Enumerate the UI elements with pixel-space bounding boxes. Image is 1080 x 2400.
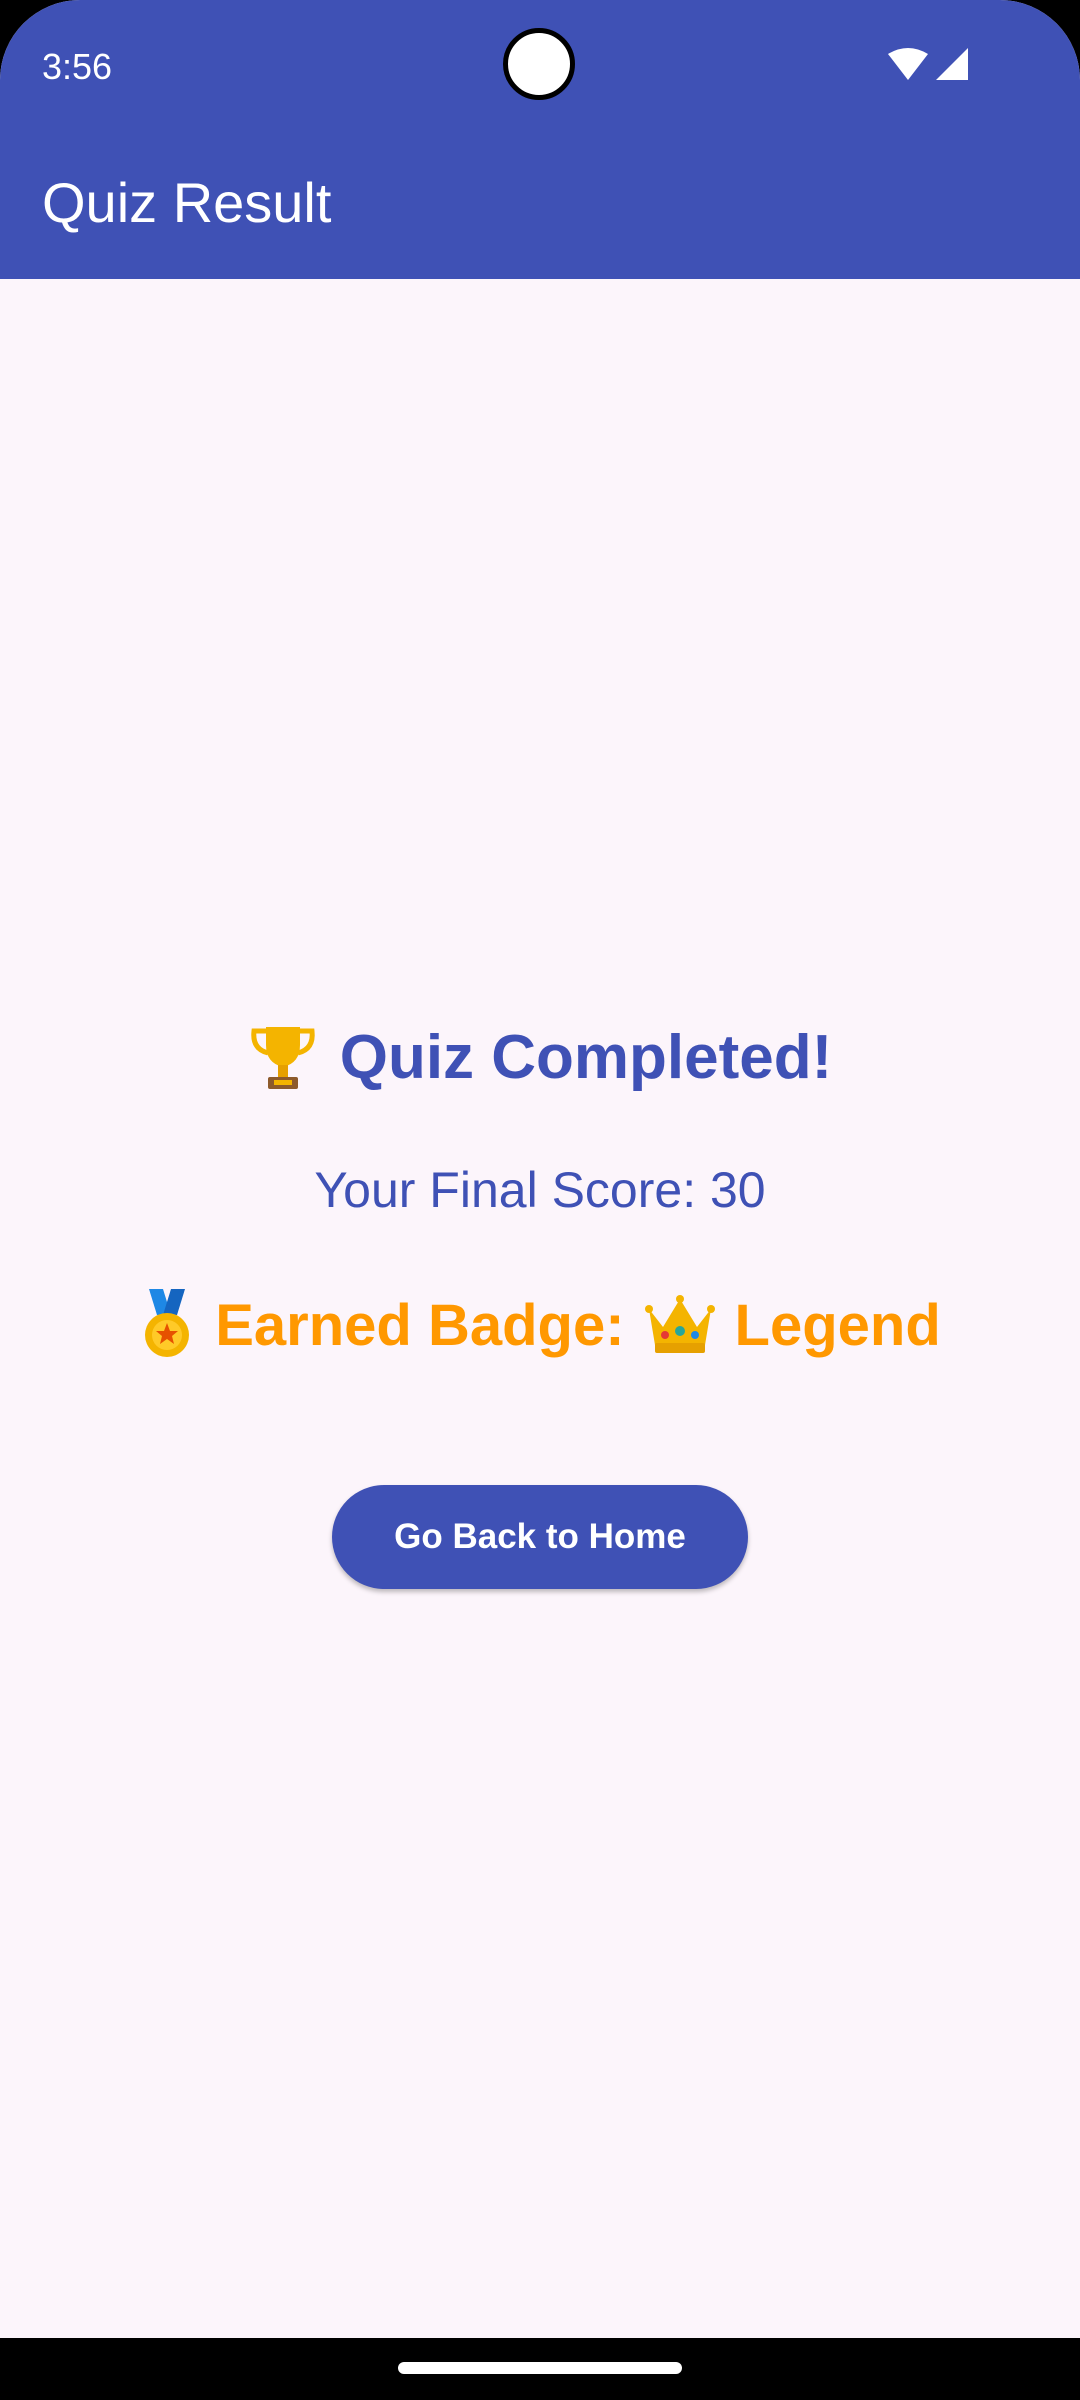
go-back-home-button[interactable]: Go Back to Home (332, 1485, 748, 1589)
navigation-bar (0, 2338, 1080, 2400)
badge-row: Earned Badge: Legend (0, 1289, 1080, 1361)
status-icons (888, 48, 968, 80)
app-bar-title: Quiz Result (42, 171, 332, 234)
camera-cutout (503, 28, 575, 100)
home-indicator[interactable] (398, 2362, 682, 2374)
trophy-icon (251, 1027, 315, 1089)
earned-badge-label: Earned Badge: (215, 1292, 625, 1358)
quiz-completed-heading: Quiz Completed! (339, 1022, 833, 1092)
result-content: Quiz Completed! Your Final Score: 30 Ear… (0, 279, 1080, 2338)
medal-icon (145, 1289, 190, 1357)
screen: 3:56 Quiz Result Quiz Completed! Your Fi… (0, 0, 1080, 2338)
status-bar: 3:56 (0, 0, 1080, 134)
cellular-signal-icon (936, 48, 968, 80)
status-time: 3:56 (42, 46, 113, 87)
crown-icon (644, 1295, 715, 1353)
device-frame: 3:56 Quiz Result Quiz Completed! Your Fi… (0, 0, 1080, 2400)
final-score-text: Your Final Score: 30 (314, 1162, 766, 1218)
app-bar: Quiz Result (0, 134, 1080, 279)
headline-row: Quiz Completed! (0, 1021, 1080, 1093)
wifi-icon (888, 48, 928, 80)
badge-name: Legend (734, 1292, 941, 1358)
